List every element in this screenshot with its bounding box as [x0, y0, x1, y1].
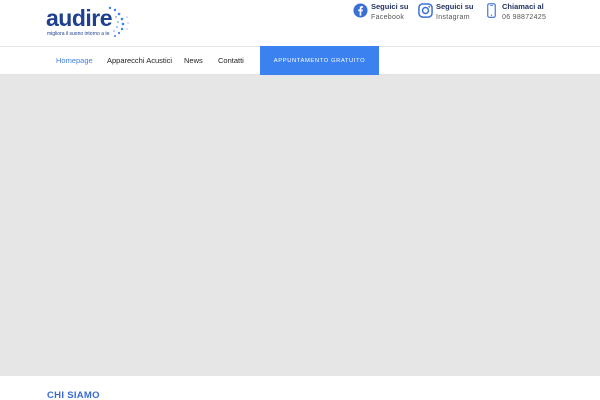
- section-title-chi-siamo: CHI SIAMO: [47, 390, 100, 400]
- nav-item-homepage[interactable]: Homepage: [56, 47, 93, 75]
- nav-item-apparecchi-acustici[interactable]: Apparecchi Acustici: [107, 47, 172, 75]
- instagram-icon: [418, 3, 433, 18]
- nav-item-contatti[interactable]: Contatti: [218, 47, 244, 75]
- contact-facebook-value: Facebook: [371, 14, 405, 21]
- facebook-icon: [353, 3, 368, 18]
- contact-instagram[interactable]: Seguici su Instagram: [418, 2, 478, 26]
- phone-icon: [487, 3, 496, 18]
- contact-facebook-label: Seguici su: [371, 2, 409, 11]
- logo-wordmark: audire: [46, 5, 113, 31]
- contact-phone-value: 06 98872425: [502, 14, 547, 21]
- top-header: audire migliora il suono intorno a te Se…: [0, 0, 600, 46]
- contact-facebook[interactable]: Seguici su Facebook: [353, 2, 413, 26]
- contact-phone[interactable]: Chiamaci al 06 98872425: [484, 2, 554, 26]
- logo-dots-icon: [108, 6, 129, 37]
- contact-instagram-label: Seguici su: [436, 2, 474, 11]
- main-nav: Homepage Apparecchi Acustici News Contat…: [0, 46, 600, 76]
- logo-tagline: migliora il suono intorno a te: [47, 31, 110, 37]
- contact-phone-label: Chiamaci al: [502, 2, 544, 11]
- contact-instagram-value: Instagram: [436, 14, 470, 21]
- site-logo[interactable]: audire migliora il suono intorno a te: [46, 5, 129, 39]
- hero-banner: [0, 75, 600, 376]
- nav-item-news[interactable]: News: [184, 47, 203, 75]
- appointment-button[interactable]: APPUNTAMENTO GRATUITO: [260, 46, 379, 76]
